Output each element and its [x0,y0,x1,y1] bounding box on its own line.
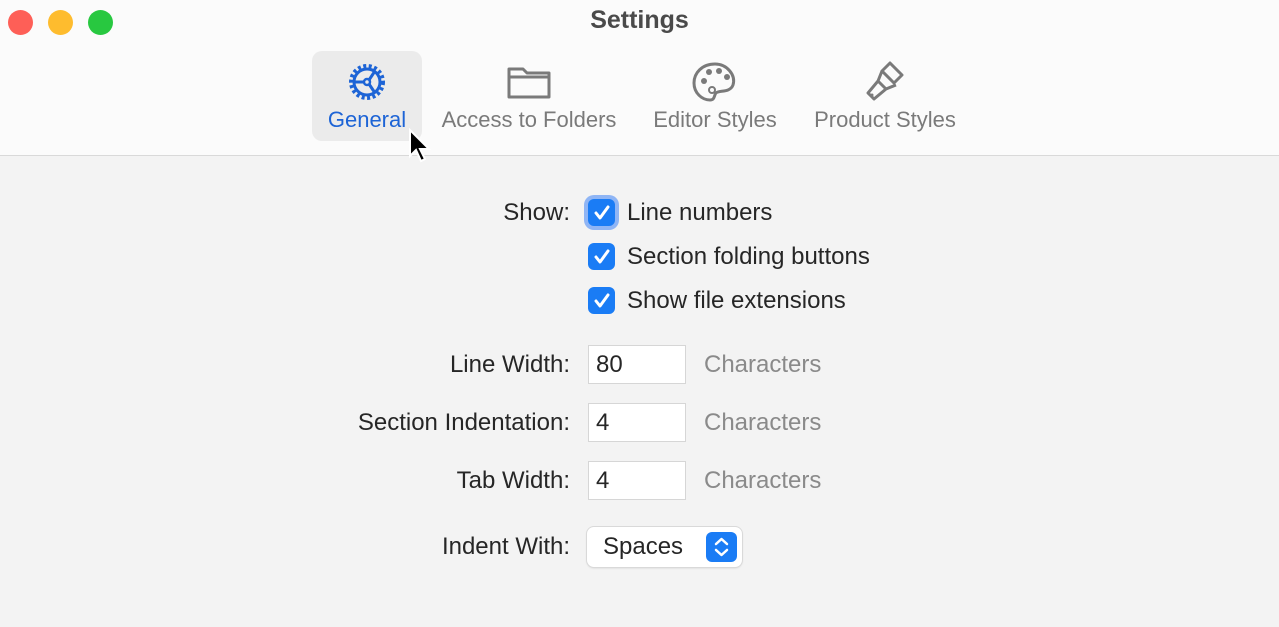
folder-icon [507,67,551,99]
indent-with-label: Indent With: [441,533,570,560]
show-label: Show: [503,199,570,226]
tab-label: Product Styles [814,107,956,132]
checkmark-icon [594,205,609,219]
tab-access-to-folders[interactable]: Access to Folders [430,51,628,141]
palette-icon [692,62,736,102]
toolbar: Settings General Access to Folders Edito… [0,0,1279,156]
show-file-extensions-label: Show file extensions [627,287,846,314]
section-indentation-label: Section Indentation: [357,409,570,436]
line-numbers-label: Line numbers [627,199,773,226]
tab-label: General [327,107,407,132]
tab-product-styles[interactable]: Product Styles [802,51,968,141]
tab-width-label: Tab Width: [456,467,570,494]
gear-icon [349,64,385,100]
line-width-input[interactable]: 80 [588,345,686,384]
window-title: Settings [590,6,689,34]
section-indentation-input[interactable]: 4 [588,403,686,442]
tab-label: Access to Folders [441,107,617,132]
line-width-unit: Characters [704,351,822,378]
tab-editor-styles[interactable]: Editor Styles [642,51,788,141]
line-numbers-checkbox[interactable] [588,199,615,226]
section-folding-checkbox[interactable] [588,243,615,270]
checkmark-icon [594,293,609,307]
show-file-extensions-checkbox[interactable] [588,287,615,314]
tab-label: Editor Styles [653,107,777,132]
paintbrush-icon [866,61,904,101]
section-indentation-unit: Characters [704,409,822,436]
line-width-label: Line Width: [449,351,570,378]
chevron-up-down-icon [706,532,737,562]
section-folding-label: Section folding buttons [627,243,870,270]
tab-general[interactable]: General [312,51,422,141]
indent-with-popup[interactable]: Spaces [587,527,742,567]
tab-width-unit: Characters [704,467,822,494]
checkmark-icon [594,249,609,263]
indent-with-value: Spaces [603,533,684,560]
tab-width-input[interactable]: 4 [588,461,686,500]
mouse-cursor-icon [409,128,432,163]
